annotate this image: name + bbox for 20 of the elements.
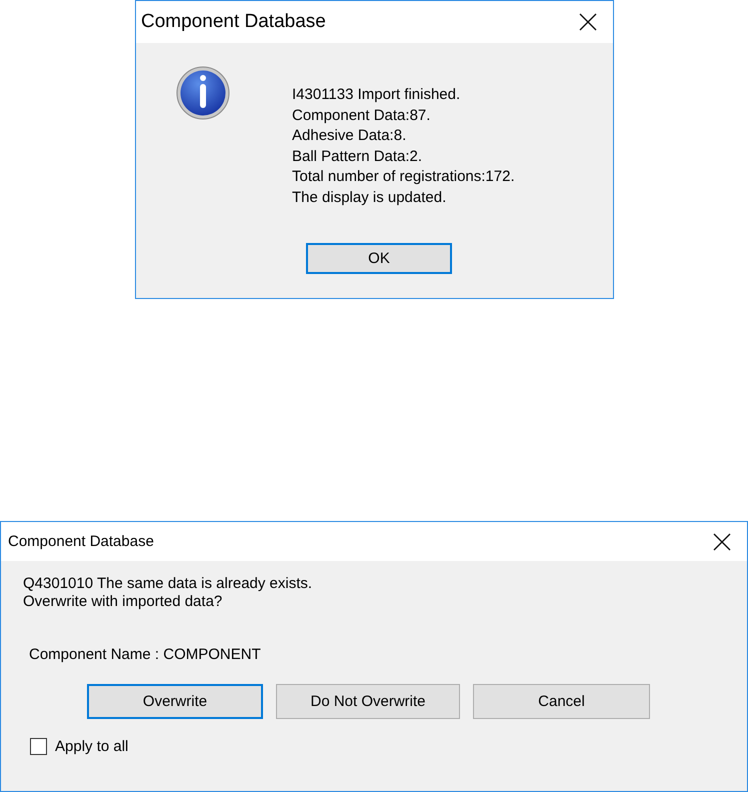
message-text: Adhesive Data:8. (292, 126, 408, 146)
message-text: Component Data:87. (292, 106, 432, 126)
message-text: Overwrite with imported data? (23, 593, 224, 611)
window-title: Component Database (141, 11, 326, 33)
dialog-button[interactable]: Do Not Overwrite (276, 684, 460, 719)
dialog-button[interactable]: Cancel (473, 684, 650, 719)
dialog-button[interactable]: Overwrite (87, 684, 263, 719)
message-text: I4301133 Import finished. (292, 85, 462, 105)
info-icon (176, 66, 230, 120)
message-text: Ball Pattern Data:2. (292, 146, 424, 167)
ok-button[interactable]: OK (306, 242, 452, 274)
close-icon[interactable] (579, 13, 597, 31)
close-icon[interactable] (713, 532, 731, 550)
component-name-text: Component Name : COMPONENT (29, 646, 262, 663)
window-title: Component Database (8, 533, 154, 550)
checkbox-label[interactable]: Apply to all (55, 738, 128, 755)
message-text: Q4301010 The same data is already exists. (23, 575, 314, 593)
message-text: The display is updated. (292, 188, 448, 208)
checkbox[interactable] (30, 738, 47, 755)
message-text: Total number of registrations:172. (292, 167, 515, 188)
